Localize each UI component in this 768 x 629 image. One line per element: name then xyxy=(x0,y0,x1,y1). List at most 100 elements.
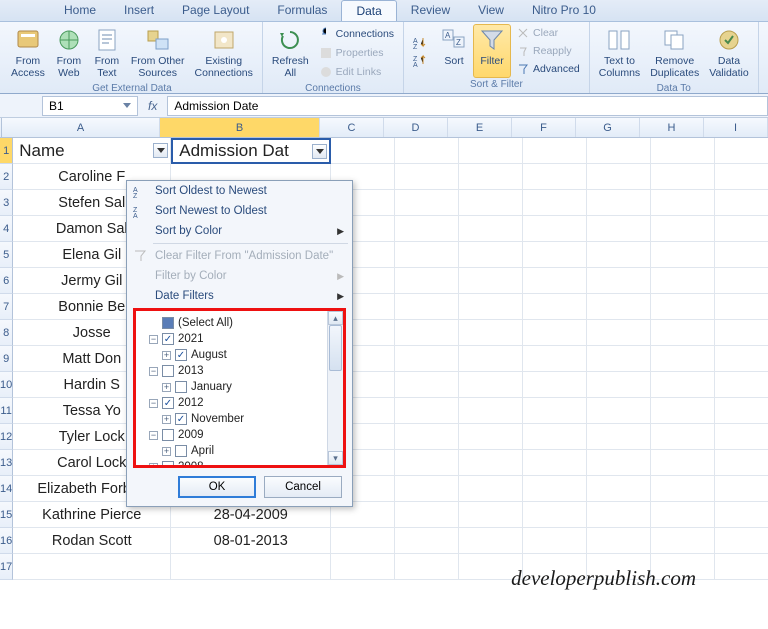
expand-icon[interactable]: − xyxy=(149,335,158,344)
tree-node[interactable]: −✓2021 xyxy=(149,331,325,347)
cell[interactable] xyxy=(395,476,459,502)
column-header-E[interactable]: E xyxy=(448,118,512,137)
cell[interactable] xyxy=(459,372,523,398)
row-header[interactable]: 1 xyxy=(0,138,13,164)
cell[interactable] xyxy=(523,346,587,372)
cell[interactable] xyxy=(523,268,587,294)
ok-button[interactable]: OK xyxy=(178,476,256,498)
cell[interactable]: Rodan Scott xyxy=(13,528,171,554)
checkbox[interactable] xyxy=(162,461,174,465)
cell[interactable] xyxy=(715,398,768,424)
cell[interactable] xyxy=(395,554,459,580)
cell[interactable] xyxy=(395,138,459,164)
cell[interactable] xyxy=(459,528,523,554)
advanced-button[interactable]: Advanced xyxy=(513,61,583,77)
cell[interactable] xyxy=(395,372,459,398)
cell[interactable] xyxy=(715,554,768,580)
from-web-button[interactable]: From Web xyxy=(50,24,88,82)
column-header-A[interactable]: A xyxy=(2,118,160,137)
checkbox[interactable]: ✓ xyxy=(175,413,187,425)
column-header-C[interactable]: C xyxy=(320,118,384,137)
tree-scrollbar[interactable]: ▴ ▾ xyxy=(327,311,343,465)
row-header[interactable]: 11 xyxy=(0,398,13,424)
cell[interactable] xyxy=(459,424,523,450)
refresh-all-button[interactable]: Refresh All xyxy=(267,24,314,82)
cell[interactable] xyxy=(523,528,587,554)
ribbon-tab-home[interactable]: Home xyxy=(50,0,110,21)
cell[interactable] xyxy=(651,476,715,502)
filter-dropdown-button[interactable] xyxy=(312,144,327,159)
cell[interactable] xyxy=(651,190,715,216)
cell[interactable] xyxy=(715,476,768,502)
cell[interactable] xyxy=(715,216,768,242)
cell[interactable] xyxy=(715,450,768,476)
cell[interactable] xyxy=(459,320,523,346)
expand-icon[interactable]: + xyxy=(162,447,171,456)
cell[interactable] xyxy=(651,346,715,372)
cell[interactable] xyxy=(523,450,587,476)
reapply-button[interactable]: Reapply xyxy=(513,43,583,59)
tree-node[interactable]: −2013 xyxy=(149,363,325,379)
cell[interactable] xyxy=(331,138,395,164)
cell[interactable] xyxy=(651,502,715,528)
tree-node[interactable]: (Select All) xyxy=(149,315,325,331)
cell[interactable] xyxy=(523,242,587,268)
cell[interactable] xyxy=(459,502,523,528)
cell[interactable] xyxy=(171,554,331,580)
scroll-thumb[interactable] xyxy=(329,325,342,371)
cell[interactable] xyxy=(523,398,587,424)
cell[interactable] xyxy=(651,138,715,164)
cell[interactable] xyxy=(523,216,587,242)
filter-button[interactable]: Filter xyxy=(473,24,511,78)
cell[interactable] xyxy=(523,476,587,502)
sort-desc-button[interactable]: ZA xyxy=(410,52,433,68)
expand-icon[interactable]: − xyxy=(149,431,158,440)
cell[interactable] xyxy=(715,138,768,164)
scroll-down-icon[interactable]: ▾ xyxy=(328,451,343,465)
date-filters-item[interactable]: Date Filters▶ xyxy=(127,286,352,306)
expand-icon[interactable]: + xyxy=(162,351,171,360)
column-header-H[interactable]: H xyxy=(640,118,704,137)
cell[interactable] xyxy=(395,268,459,294)
expand-icon[interactable]: + xyxy=(162,383,171,392)
edit-links-button[interactable]: Edit Links xyxy=(316,64,397,80)
cell[interactable] xyxy=(587,294,651,320)
row-header[interactable]: 7 xyxy=(0,294,13,320)
cell[interactable] xyxy=(523,502,587,528)
row-header[interactable]: 17 xyxy=(0,554,13,580)
row-header[interactable]: 5 xyxy=(0,242,13,268)
cell[interactable] xyxy=(587,164,651,190)
cell[interactable] xyxy=(459,164,523,190)
cell[interactable] xyxy=(715,502,768,528)
column-header-G[interactable]: G xyxy=(576,118,640,137)
cell[interactable] xyxy=(587,372,651,398)
checkbox[interactable] xyxy=(175,381,187,393)
column-header-B[interactable]: B xyxy=(160,118,320,137)
sort-asc-button[interactable]: AZ xyxy=(410,34,433,50)
cell[interactable] xyxy=(587,190,651,216)
sort-button[interactable]: AZSort xyxy=(435,24,473,78)
checkbox[interactable] xyxy=(175,445,187,457)
cell[interactable] xyxy=(587,528,651,554)
remove-duplicates-button[interactable]: Remove Duplicates xyxy=(645,24,704,82)
cell[interactable]: Admission Dat xyxy=(171,138,331,164)
ribbon-tab-page-layout[interactable]: Page Layout xyxy=(168,0,263,21)
cell[interactable] xyxy=(651,268,715,294)
ribbon-tab-data[interactable]: Data xyxy=(341,0,396,21)
ribbon-tab-insert[interactable]: Insert xyxy=(110,0,168,21)
cell[interactable] xyxy=(395,450,459,476)
cell[interactable] xyxy=(651,372,715,398)
checkbox[interactable] xyxy=(162,365,174,377)
tree-node[interactable]: −2009 xyxy=(149,427,325,443)
formula-bar[interactable]: Admission Date xyxy=(167,96,768,116)
ribbon-tab-review[interactable]: Review xyxy=(397,0,464,21)
cell[interactable] xyxy=(459,346,523,372)
cell[interactable] xyxy=(523,294,587,320)
row-header[interactable]: 9 xyxy=(0,346,13,372)
expand-icon[interactable]: − xyxy=(149,367,158,376)
tree-node[interactable]: +2008 xyxy=(149,459,325,465)
cell[interactable] xyxy=(715,268,768,294)
tree-node[interactable]: +✓November xyxy=(162,411,325,427)
cell[interactable] xyxy=(715,372,768,398)
cell[interactable] xyxy=(395,294,459,320)
